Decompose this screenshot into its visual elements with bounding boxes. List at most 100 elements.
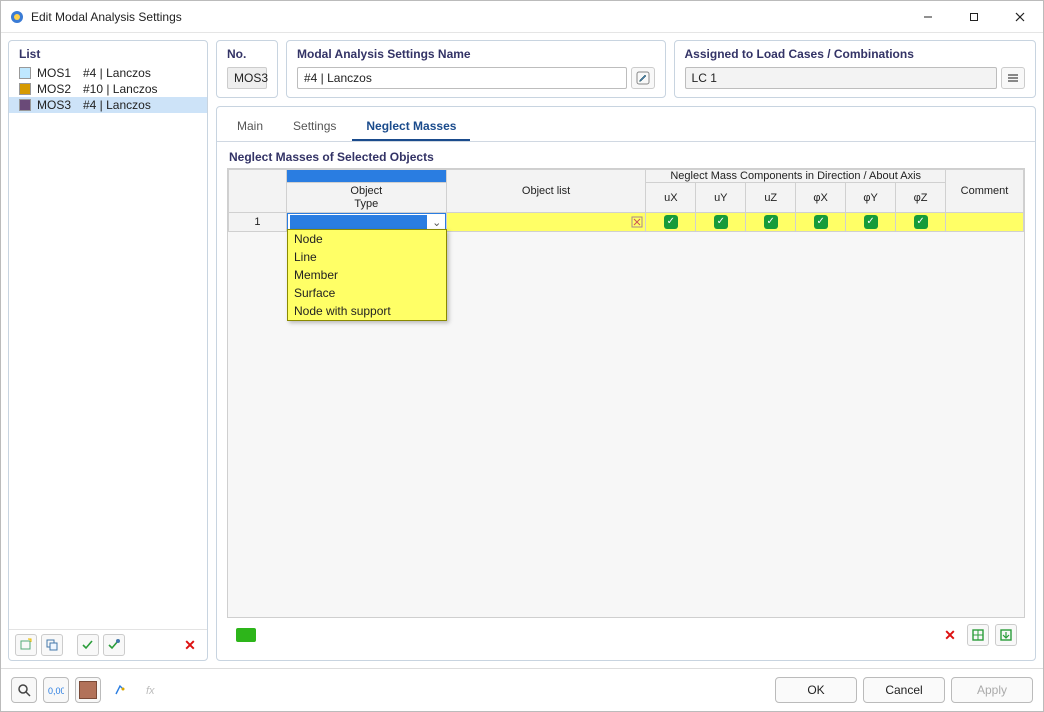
dropdown-option[interactable]: Member xyxy=(288,266,446,284)
col-object-list[interactable]: Object list xyxy=(446,170,646,213)
list-item[interactable]: MOS3 #4 | Lanczos xyxy=(9,97,207,113)
col-comment[interactable]: Comment xyxy=(946,170,1024,213)
list-item-name: #10 | Lanczos xyxy=(83,82,158,96)
tool-b-button[interactable]: fx xyxy=(139,677,165,703)
col-phiy-label: φY xyxy=(863,192,877,204)
list-header: List xyxy=(9,41,207,65)
dropdown-option[interactable]: Node xyxy=(288,230,446,248)
list-item-id: MOS1 xyxy=(37,66,77,80)
ok-label: OK xyxy=(807,683,824,697)
col-phiz-label: φZ xyxy=(914,192,928,204)
svg-text:0,00: 0,00 xyxy=(48,686,64,696)
color-swatch xyxy=(19,67,31,79)
col-phix[interactable]: φX xyxy=(796,183,846,213)
cell-phiz[interactable]: ✓ xyxy=(896,213,946,232)
color-swatch xyxy=(19,99,31,111)
tab-body: Neglect Masses of Selected Objects Objec… xyxy=(217,141,1035,660)
cancel-label: Cancel xyxy=(885,683,922,697)
close-button[interactable] xyxy=(997,1,1043,33)
grid-status-button[interactable] xyxy=(235,624,257,646)
top-info-row: No. MOS3 Modal Analysis Settings Name #4… xyxy=(216,40,1036,98)
window-buttons xyxy=(905,1,1043,33)
name-input[interactable]: #4 | Lanczos xyxy=(297,67,627,89)
col-phiz[interactable]: φZ xyxy=(896,183,946,213)
grid-corner xyxy=(229,170,287,213)
color-button[interactable] xyxy=(75,677,101,703)
assigned-value: LC 1 xyxy=(685,67,997,89)
check-icon: ✓ xyxy=(914,215,928,229)
rename-button[interactable] xyxy=(631,67,655,89)
tool-a-button[interactable] xyxy=(107,677,133,703)
list-toolbar: ✕ xyxy=(9,629,207,660)
col-uy-label: uY xyxy=(714,192,727,204)
assigned-details-button[interactable] xyxy=(1001,67,1025,89)
right-panel: No. MOS3 Modal Analysis Settings Name #4… xyxy=(216,40,1036,661)
list-panel: List MOS1 #4 | Lanczos MOS2 #10 | Lanczo… xyxy=(8,40,208,661)
grid-export-button[interactable] xyxy=(967,624,989,646)
list-item-id: MOS2 xyxy=(37,82,77,96)
check-icon: ✓ xyxy=(664,215,678,229)
check-all-button[interactable] xyxy=(77,634,99,656)
section-header: Neglect Masses of Selected Objects xyxy=(229,150,1025,164)
no-card: No. MOS3 xyxy=(216,40,278,98)
cell-uy[interactable]: ✓ xyxy=(696,213,746,232)
ok-button[interactable]: OK xyxy=(775,677,857,703)
cancel-button[interactable]: Cancel xyxy=(863,677,945,703)
object-list-picker-button[interactable] xyxy=(629,216,645,228)
name-card: Modal Analysis Settings Name #4 | Lanczo… xyxy=(286,40,666,98)
tab-settings[interactable]: Settings xyxy=(279,113,350,141)
units-button[interactable]: 0,00 xyxy=(43,677,69,703)
col-object-type-l2: Type xyxy=(354,198,378,210)
list-item[interactable]: MOS2 #10 | Lanczos xyxy=(9,81,207,97)
check-selected-button[interactable] xyxy=(103,634,125,656)
status-icon xyxy=(236,628,256,642)
combo-selection-highlight xyxy=(290,215,427,229)
help-button[interactable] xyxy=(11,677,37,703)
grid-footer: ✕ xyxy=(227,618,1025,652)
color-swatch-icon xyxy=(79,681,97,699)
dropdown-option[interactable]: Line xyxy=(288,248,446,266)
dropdown-option[interactable]: Node with support xyxy=(288,302,446,320)
object-list-cell[interactable] xyxy=(446,213,646,232)
tabs-card: Main Settings Neglect Masses Neglect Mas… xyxy=(216,106,1036,661)
delete-icon: ✕ xyxy=(944,627,956,644)
list-items: MOS1 #4 | Lanczos MOS2 #10 | Lanczos MOS… xyxy=(9,65,207,629)
dialog-window: Edit Modal Analysis Settings List MOS1 #… xyxy=(0,0,1044,712)
maximize-button[interactable] xyxy=(951,1,997,33)
col-neglect-span: Neglect Mass Components in Direction / A… xyxy=(646,170,946,183)
dialog-footer: 0,00 fx OK Cancel Apply xyxy=(1,668,1043,711)
tab-strip: Main Settings Neglect Masses xyxy=(217,107,1035,141)
object-type-dropdown[interactable]: Node Line Member Surface Node with suppo… xyxy=(287,229,447,321)
apply-label: Apply xyxy=(977,683,1007,697)
no-value: MOS3 xyxy=(227,67,267,89)
assigned-header: Assigned to Load Cases / Combinations xyxy=(685,47,1025,61)
cell-phix[interactable]: ✓ xyxy=(796,213,846,232)
row-number[interactable]: 1 xyxy=(229,213,287,232)
grid-import-button[interactable] xyxy=(995,624,1017,646)
col-phiy[interactable]: φY xyxy=(846,183,896,213)
check-icon: ✓ xyxy=(814,215,828,229)
apply-button[interactable]: Apply xyxy=(951,677,1033,703)
minimize-button[interactable] xyxy=(905,1,951,33)
cell-ux[interactable]: ✓ xyxy=(646,213,696,232)
col-uy[interactable]: uY xyxy=(696,183,746,213)
tab-main[interactable]: Main xyxy=(223,113,277,141)
col-uz-label: uZ xyxy=(764,192,777,204)
delete-item-button[interactable]: ✕ xyxy=(179,634,201,656)
cell-comment[interactable] xyxy=(946,213,1024,232)
name-header: Modal Analysis Settings Name xyxy=(297,47,655,61)
new-item-button[interactable] xyxy=(15,634,37,656)
col-uz[interactable]: uZ xyxy=(746,183,796,213)
copy-item-button[interactable] xyxy=(41,634,63,656)
cell-phiy[interactable]: ✓ xyxy=(846,213,896,232)
chevron-down-icon[interactable]: ⌄ xyxy=(429,216,445,229)
col-ux[interactable]: uX xyxy=(646,183,696,213)
list-item[interactable]: MOS1 #4 | Lanczos xyxy=(9,65,207,81)
col-ux-label: uX xyxy=(664,192,677,204)
cell-uz[interactable]: ✓ xyxy=(746,213,796,232)
tab-neglect-masses[interactable]: Neglect Masses xyxy=(352,113,470,141)
dropdown-option[interactable]: Surface xyxy=(288,284,446,302)
grid-delete-button[interactable]: ✕ xyxy=(939,624,961,646)
col-object-type[interactable]: ObjectType xyxy=(286,183,446,213)
col-neglect-span-label: Neglect Mass Components in Direction / A… xyxy=(670,170,921,182)
